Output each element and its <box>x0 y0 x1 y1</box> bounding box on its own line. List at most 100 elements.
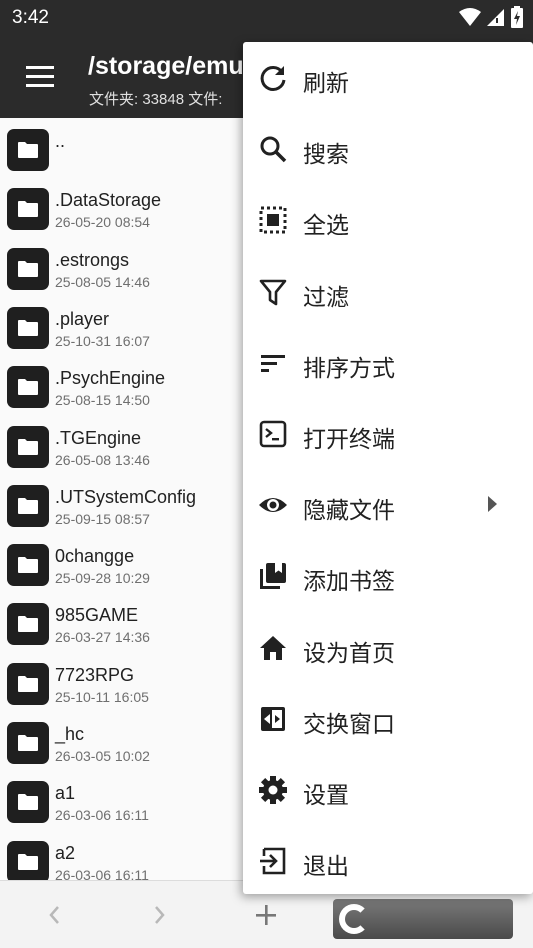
watermark-logo <box>333 899 513 939</box>
file-name: .DataStorage <box>55 190 162 211</box>
menu-item[interactable]: 刷新 <box>243 42 533 113</box>
menu-item-label: 打开终端 <box>303 426 395 452</box>
menu-item-label: 隐藏文件 <box>303 497 395 524</box>
menu-item[interactable]: 全选 <box>243 184 533 255</box>
menu-item-label: 过滤 <box>303 283 349 310</box>
forward-arrow-icon[interactable] <box>146 901 174 929</box>
folder-icon-badge <box>7 603 49 646</box>
file-date: 25-08-05 14:46 <box>55 273 150 290</box>
folder-icon <box>18 853 38 870</box>
menu-item[interactable]: 隐藏文件 <box>243 469 533 540</box>
folder-icon-badge <box>7 425 49 468</box>
folder-icon <box>18 379 38 396</box>
folder-icon <box>18 616 38 633</box>
file-date: 26-03-06 16:11 <box>55 866 149 880</box>
menu-item[interactable]: 交换窗口 <box>243 683 533 754</box>
file-date: 25-09-15 08:57 <box>55 510 150 527</box>
menu-item-label: 全选 <box>303 212 349 239</box>
menu-item[interactable]: 打开终端 <box>243 398 533 469</box>
file-name: .player <box>55 308 110 329</box>
folder-icon-badge <box>7 188 49 231</box>
menu-item[interactable]: 排序方式 <box>243 327 533 398</box>
wifi-icon <box>459 8 481 26</box>
file-date: 26-03-05 10:02 <box>55 748 150 764</box>
folder-icon <box>18 497 38 514</box>
status-time: 3:42 <box>12 7 49 28</box>
file-name: _hc <box>55 724 85 744</box>
menu-item[interactable]: 设为首页 <box>243 612 533 683</box>
folder-icon <box>18 260 38 277</box>
file-name: 0changge <box>55 546 135 567</box>
folder-icon <box>18 675 38 692</box>
path-title: /storage/emu <box>88 52 244 80</box>
menu-item[interactable]: 退出 <box>243 825 533 896</box>
folder-icon-badge <box>7 247 49 290</box>
folder-icon-badge <box>7 306 49 349</box>
menu-item-label: 设为首页 <box>303 639 395 666</box>
file-date: 25-10-11 16:05 <box>55 688 149 705</box>
file-name: .TGEngine <box>55 427 142 448</box>
file-name: .. <box>55 131 66 151</box>
terminal-icon <box>258 419 288 449</box>
folder-count-subtitle: 文件夹: 33848 文件: <box>89 91 223 108</box>
file-date: 25-10-31 16:07 <box>55 332 150 349</box>
hamburger-menu-icon[interactable] <box>24 60 58 94</box>
select-all-icon <box>258 205 288 235</box>
file-name: .estrongs <box>55 249 130 270</box>
menu-item-label: 排序方式 <box>303 354 395 381</box>
overflow-menu: 刷新搜索全选过滤排序方式打开终端隐藏文件添加书签设为首页交换窗口设置退出 <box>243 42 533 894</box>
menu-item-label: 退出 <box>303 853 349 880</box>
folder-icon-badge <box>7 484 49 527</box>
folder-icon-badge <box>7 840 49 880</box>
sort-icon <box>258 348 288 378</box>
battery-icon <box>511 6 523 28</box>
refresh-icon <box>258 63 288 93</box>
menu-item[interactable]: 过滤 <box>243 256 533 327</box>
folder-icon-badge <box>7 722 49 764</box>
search-icon <box>258 134 288 164</box>
signal-icon <box>487 9 504 26</box>
cr173-logo-icon <box>339 904 369 934</box>
folder-icon-badge <box>7 662 49 705</box>
folder-icon <box>18 142 38 158</box>
filter-icon <box>258 277 288 307</box>
folder-icon-badge <box>7 781 49 824</box>
menu-item-label: 添加书签 <box>303 568 395 595</box>
menu-item-label: 设置 <box>303 782 349 808</box>
file-name: 7723RPG <box>55 664 135 685</box>
menu-item[interactable]: 搜索 <box>243 113 533 184</box>
folder-icon <box>18 319 38 336</box>
file-name: .PsychEngine <box>55 368 166 389</box>
file-name: a2 <box>55 842 76 863</box>
file-date: 26-05-20 08:54 <box>55 214 150 231</box>
folder-icon <box>18 794 38 811</box>
menu-item-label: 刷新 <box>303 70 349 96</box>
status-bar: 3:42 <box>0 0 533 36</box>
menu-item[interactable]: 添加书签 <box>243 540 533 611</box>
home-icon <box>258 633 288 663</box>
file-date: 26-03-06 16:11 <box>55 807 149 824</box>
file-date: 25-09-28 10:29 <box>55 570 150 587</box>
settings-icon <box>258 775 288 805</box>
submenu-arrow-icon <box>488 496 497 513</box>
eye-icon <box>258 490 288 520</box>
folder-icon <box>18 557 38 574</box>
swap-window-icon <box>258 704 288 734</box>
file-date: 25-08-15 14:50 <box>55 392 150 409</box>
menu-item[interactable]: 设置 <box>243 754 533 825</box>
back-arrow-icon[interactable] <box>40 901 68 929</box>
folder-icon <box>18 735 38 751</box>
menu-item-label: 交换窗口 <box>303 710 395 737</box>
exit-icon <box>258 846 288 876</box>
add-icon[interactable] <box>252 901 280 929</box>
bookmark-icon <box>258 561 288 591</box>
folder-icon-badge <box>7 544 49 587</box>
menu-item-label: 搜索 <box>303 141 349 168</box>
folder-icon-badge <box>7 129 49 171</box>
folder-icon <box>18 201 38 218</box>
file-date: 26-05-08 13:46 <box>55 451 150 468</box>
folder-icon <box>18 438 38 455</box>
file-name: 985GAME <box>55 605 139 626</box>
file-name: a1 <box>55 783 76 804</box>
folder-icon-badge <box>7 366 49 409</box>
